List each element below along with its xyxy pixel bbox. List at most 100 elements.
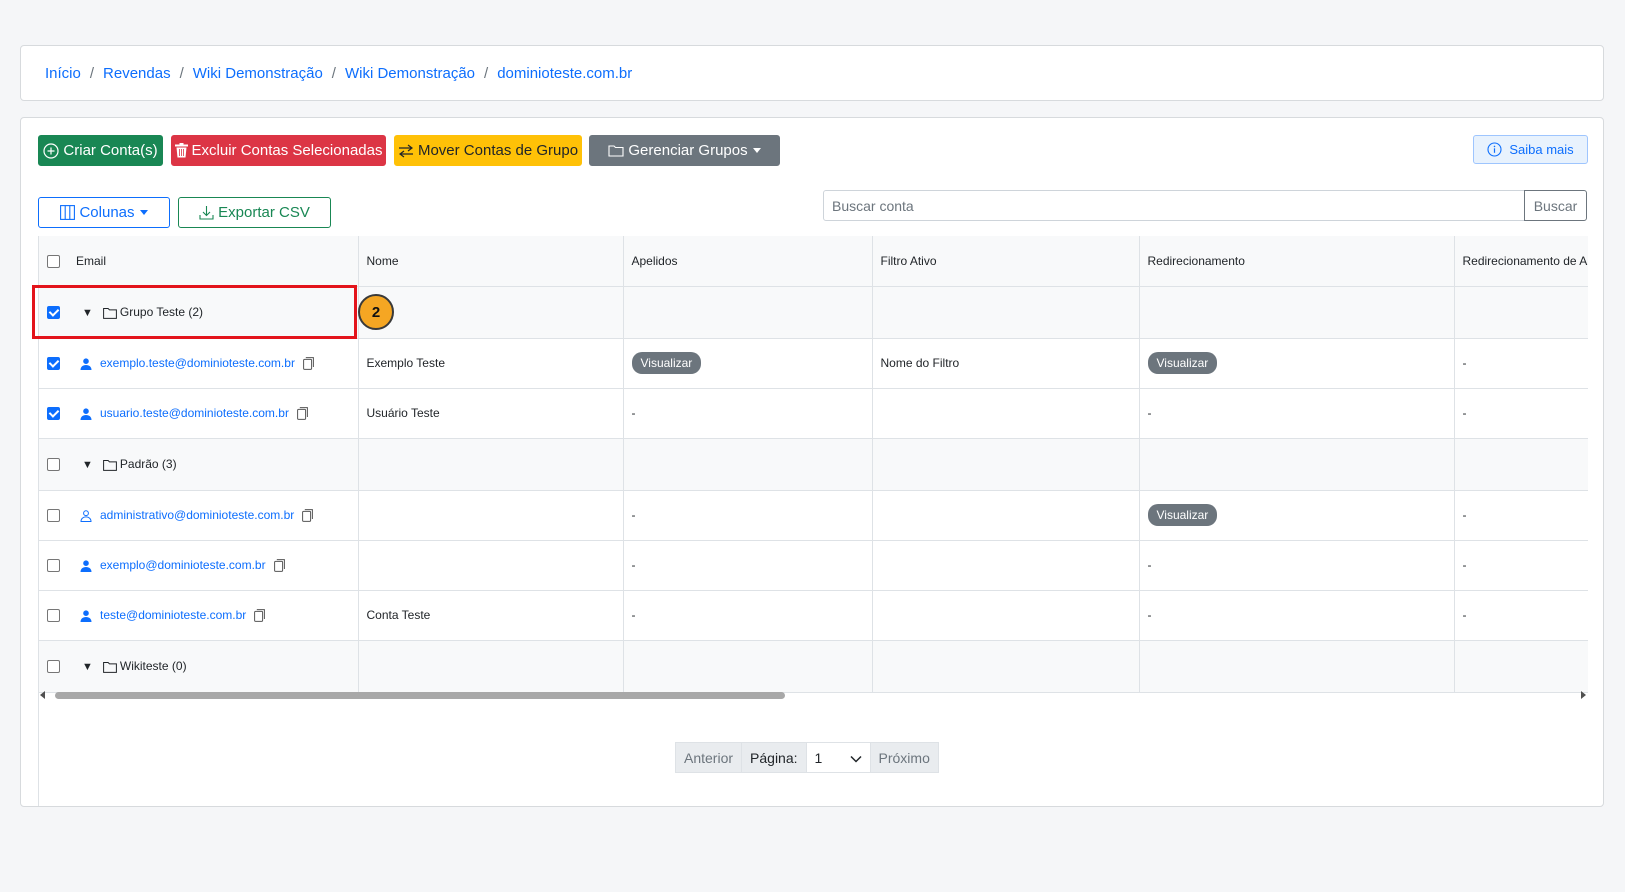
copy-icon[interactable] [273,559,285,573]
manage-groups-dropdown[interactable]: Gerenciar Grupos [589,135,780,166]
breadcrumb-wiki-demonstracao-1[interactable]: Wiki Demonstração [193,65,323,82]
aliases-value: - [622,388,872,439]
copy-icon[interactable] [302,509,314,523]
page-select[interactable]: 1 [806,742,871,773]
account-email-link[interactable]: exemplo@dominioteste.com.br [100,558,266,572]
delete-selected-button[interactable]: Excluir Contas Selecionadas [171,135,386,166]
arrows-exchange-icon [398,144,414,158]
download-icon [199,205,214,220]
breadcrumb-separator: / [89,65,95,82]
table-row: teste@dominioteste.com.br Conta Teste - … [39,590,1588,641]
user-icon [80,560,92,572]
folder-icon [102,661,117,673]
info-circle-icon [1487,142,1502,157]
view-aliases-badge[interactable]: Visualizar [631,352,702,374]
group-label: Padrão (3) [119,457,177,471]
copy-icon[interactable] [254,609,266,623]
search-input[interactable] [823,190,1525,221]
header-filtro-ativo[interactable]: Filtro Ativo [871,236,1139,287]
scroll-left-arrow-icon[interactable] [40,691,45,699]
row-checkbox[interactable] [47,407,60,421]
export-csv-label: Exportar CSV [218,204,310,221]
table-row: exemplo@dominioteste.com.br - - - [39,540,1588,591]
table-row: administrativo@dominioteste.com.br - Vis… [39,490,1588,541]
view-redirect-badge[interactable]: Visualizar [1147,352,1218,374]
columns-label: Colunas [79,204,135,221]
table-header-row: Email Nome Apelidos Filtro Ativo Redirec… [39,236,1588,287]
columns-icon [60,205,76,220]
create-account-label: Criar Conta(s) [63,142,158,159]
move-accounts-button[interactable]: Mover Contas de Grupo [394,135,582,166]
account-email-link[interactable]: usuario.teste@dominioteste.com.br [100,406,289,420]
active-filter [871,540,1139,591]
header-apelidos[interactable]: Apelidos [622,236,872,287]
breadcrumb-separator: / [331,65,336,82]
breadcrumb-revendas[interactable]: Revendas [103,65,171,82]
user-icon [80,610,92,622]
expand-toggle-icon[interactable]: ▼ [82,661,93,673]
active-filter [871,388,1139,439]
row-checkbox[interactable] [47,609,60,623]
breadcrumb-separator: / [484,65,489,82]
copy-icon[interactable] [297,407,308,421]
redirect-ar-value: - [1453,338,1588,389]
header-redirecionamento-ar[interactable]: Redirecionamento de Ar [1453,236,1588,287]
breadcrumb-wiki-demonstracao-2[interactable]: Wiki Demonstração [345,65,475,82]
user-icon [80,358,92,370]
next-page-button[interactable]: Próximo [870,742,939,773]
active-filter [871,590,1139,641]
header-email[interactable]: Email [68,236,358,287]
breadcrumb-card: Início / Revendas / Wiki Demonstração / … [20,45,1604,101]
caret-down-icon [139,210,148,215]
pagination: Anterior Página: 1 Próximo [675,742,939,773]
aliases-value: - [622,540,872,591]
page-label: Página: [742,742,807,773]
create-account-button[interactable]: Criar Conta(s) [38,135,163,166]
folder-icon [102,459,117,471]
copy-icon[interactable] [303,357,314,371]
delete-selected-label: Excluir Contas Selecionadas [191,142,383,159]
row-checkbox[interactable] [47,559,60,573]
account-name: Exemplo Teste [357,338,623,389]
active-filter: Nome do Filtro [871,338,1139,389]
redirect-ar-value: - [1453,490,1588,541]
trash-icon [174,143,188,158]
highlight-box [32,285,357,339]
header-redirecionamento[interactable]: Redirecionamento [1138,236,1454,287]
group-row[interactable]: ▼ Padrão (3) [39,438,1588,491]
account-email-link[interactable]: exemplo.teste@dominioteste.com.br [100,356,295,370]
breadcrumb-inicio[interactable]: Início [45,65,81,82]
aliases-value: - [622,590,872,641]
plus-circle-icon [43,142,60,159]
select-all-checkbox[interactable] [47,254,60,268]
scroll-right-arrow-icon[interactable] [1581,691,1586,699]
caret-down-icon [752,148,761,153]
previous-page-button[interactable]: Anterior [675,742,743,773]
account-name [357,490,623,541]
expand-toggle-icon[interactable]: ▼ [82,459,93,471]
search-button[interactable]: Buscar [1524,190,1587,221]
group-checkbox[interactable] [47,458,60,472]
export-csv-button[interactable]: Exportar CSV [178,197,331,228]
breadcrumb-domain[interactable]: dominioteste.com.br [497,65,632,82]
learn-more-button[interactable]: Saiba mais [1473,135,1588,164]
header-nome[interactable]: Nome [357,236,623,287]
columns-dropdown[interactable]: Colunas [38,197,170,228]
account-email-link[interactable]: teste@dominioteste.com.br [100,608,246,622]
horizontal-scrollbar[interactable] [38,685,1588,705]
manage-groups-label: Gerenciar Grupos [628,142,748,159]
account-name [357,540,623,591]
user-outline-icon [80,509,92,522]
view-redirect-badge[interactable]: Visualizar [1147,504,1218,526]
row-checkbox[interactable] [47,509,60,523]
learn-more-label: Saiba mais [1509,142,1574,157]
account-email-link[interactable]: administrativo@dominioteste.com.br [100,508,294,522]
redirect-ar-value: - [1453,388,1588,439]
user-icon [80,408,92,420]
scrollbar-thumb[interactable] [55,692,785,699]
row-checkbox[interactable] [47,357,60,371]
select-all-cell [39,236,68,287]
redirect-value: - [1138,540,1454,591]
group-checkbox[interactable] [47,660,60,674]
aliases-value: - [622,490,872,541]
